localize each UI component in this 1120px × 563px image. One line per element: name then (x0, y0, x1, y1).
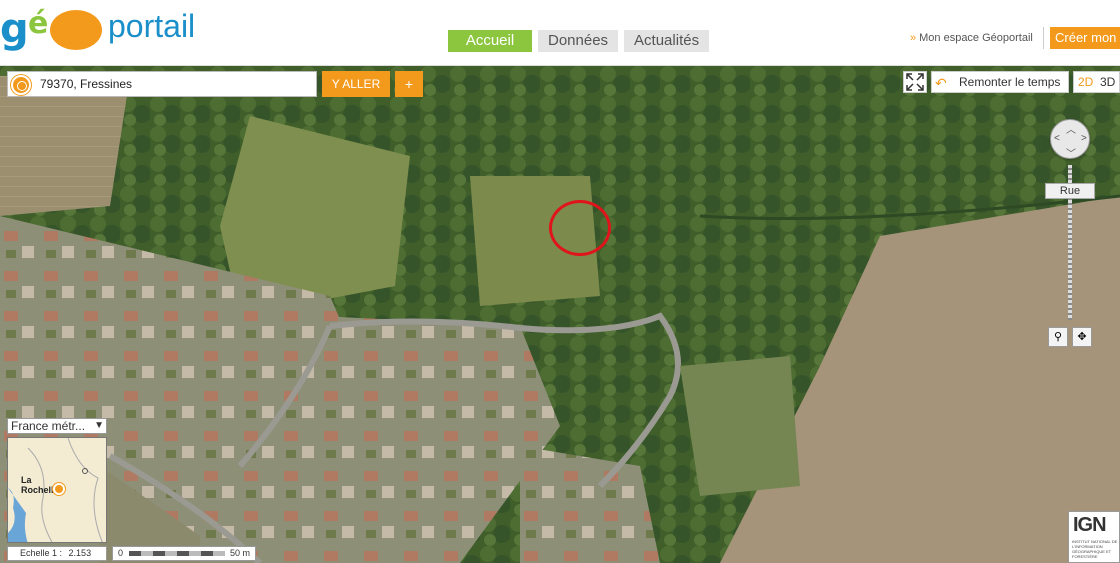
scale-ratio: Echelle 1 : 2.153 (7, 546, 107, 561)
time-travel-label: Remonter le temps (959, 75, 1061, 89)
pan-right-icon[interactable]: > (1081, 133, 1087, 144)
pan-control[interactable]: ︿ ﹀ < > (1050, 119, 1090, 160)
aerial-map[interactable] (0, 66, 1120, 563)
scale-ratio-value: 2.153 (68, 548, 92, 558)
dropdown-arrow-icon: ▼ (94, 420, 104, 431)
scale-ratio-label: Echelle 1 : (20, 548, 63, 558)
scale-zero: 0 (118, 548, 124, 558)
logo-g-letter: g (0, 6, 29, 52)
ign-logo[interactable]: IGN INSTITUT NATIONAL DE L'INFORMATION G… (1068, 511, 1120, 563)
espace-label: Mon espace Géoportail (919, 32, 1033, 44)
pan-left-icon[interactable]: < (1054, 133, 1060, 144)
logo-portail-text: portail (108, 8, 196, 44)
logo-e-letter: é (28, 6, 49, 41)
pan-up-icon[interactable]: ︿ (1066, 121, 1076, 136)
fullscreen-button[interactable] (903, 71, 927, 93)
header-divider (1043, 27, 1044, 49)
scale-max: 50 m (230, 548, 251, 558)
view-2d-button[interactable]: 2D (1078, 72, 1093, 92)
overview-city-marker (53, 483, 65, 495)
center-icon[interactable]: ✥ (1072, 327, 1092, 347)
tab-accueil[interactable]: Accueil (448, 30, 532, 52)
search-target-icon[interactable] (11, 75, 31, 95)
overview-map[interactable]: La Rochelle (7, 437, 107, 543)
tab-donnees[interactable]: Données (538, 30, 619, 52)
magnifier-icon[interactable]: ⚲ (1048, 327, 1068, 347)
add-button[interactable]: + (395, 71, 423, 97)
zoom-level-label[interactable]: Rue (1045, 183, 1095, 199)
projection-select[interactable]: France métr... ▼ (7, 418, 107, 434)
pan-down-icon[interactable]: ﹀ (1066, 145, 1076, 160)
fullscreen-icon (906, 73, 924, 91)
go-button[interactable]: Y ALLER (322, 71, 390, 97)
projection-value: France métr... (11, 419, 86, 433)
location-marker (549, 200, 611, 256)
geoportail-logo[interactable]: g é portail (0, 2, 230, 52)
scale-graphic (129, 551, 225, 556)
search-input[interactable] (40, 75, 310, 93)
view-3d-button[interactable]: 3D (1100, 72, 1115, 92)
aerial-imagery (0, 66, 1120, 563)
view-toggle: 2D 3D (1073, 71, 1120, 93)
main-nav: Accueil Données Actualités (448, 30, 710, 52)
tab-actualites[interactable]: Actualités (624, 30, 710, 52)
search-box (7, 71, 317, 97)
logo-o-shape (50, 10, 102, 50)
chevron-right-icon: » (910, 32, 917, 44)
time-travel-button[interactable]: ↶ Remonter le temps (931, 71, 1069, 93)
ign-subtitle: INSTITUT NATIONAL DE L'INFORMATION GÉOGR… (1072, 539, 1118, 559)
ign-logo-text: IGN (1073, 514, 1107, 536)
espace-link[interactable]: » Mon espace Géoportail (910, 32, 1033, 44)
scale-bar: 0 50 m (112, 546, 256, 561)
undo-icon: ↶ (935, 75, 947, 91)
header: g é portail Accueil Données Actualités »… (0, 0, 1120, 66)
create-account-button[interactable]: Créer mon (1050, 27, 1120, 49)
